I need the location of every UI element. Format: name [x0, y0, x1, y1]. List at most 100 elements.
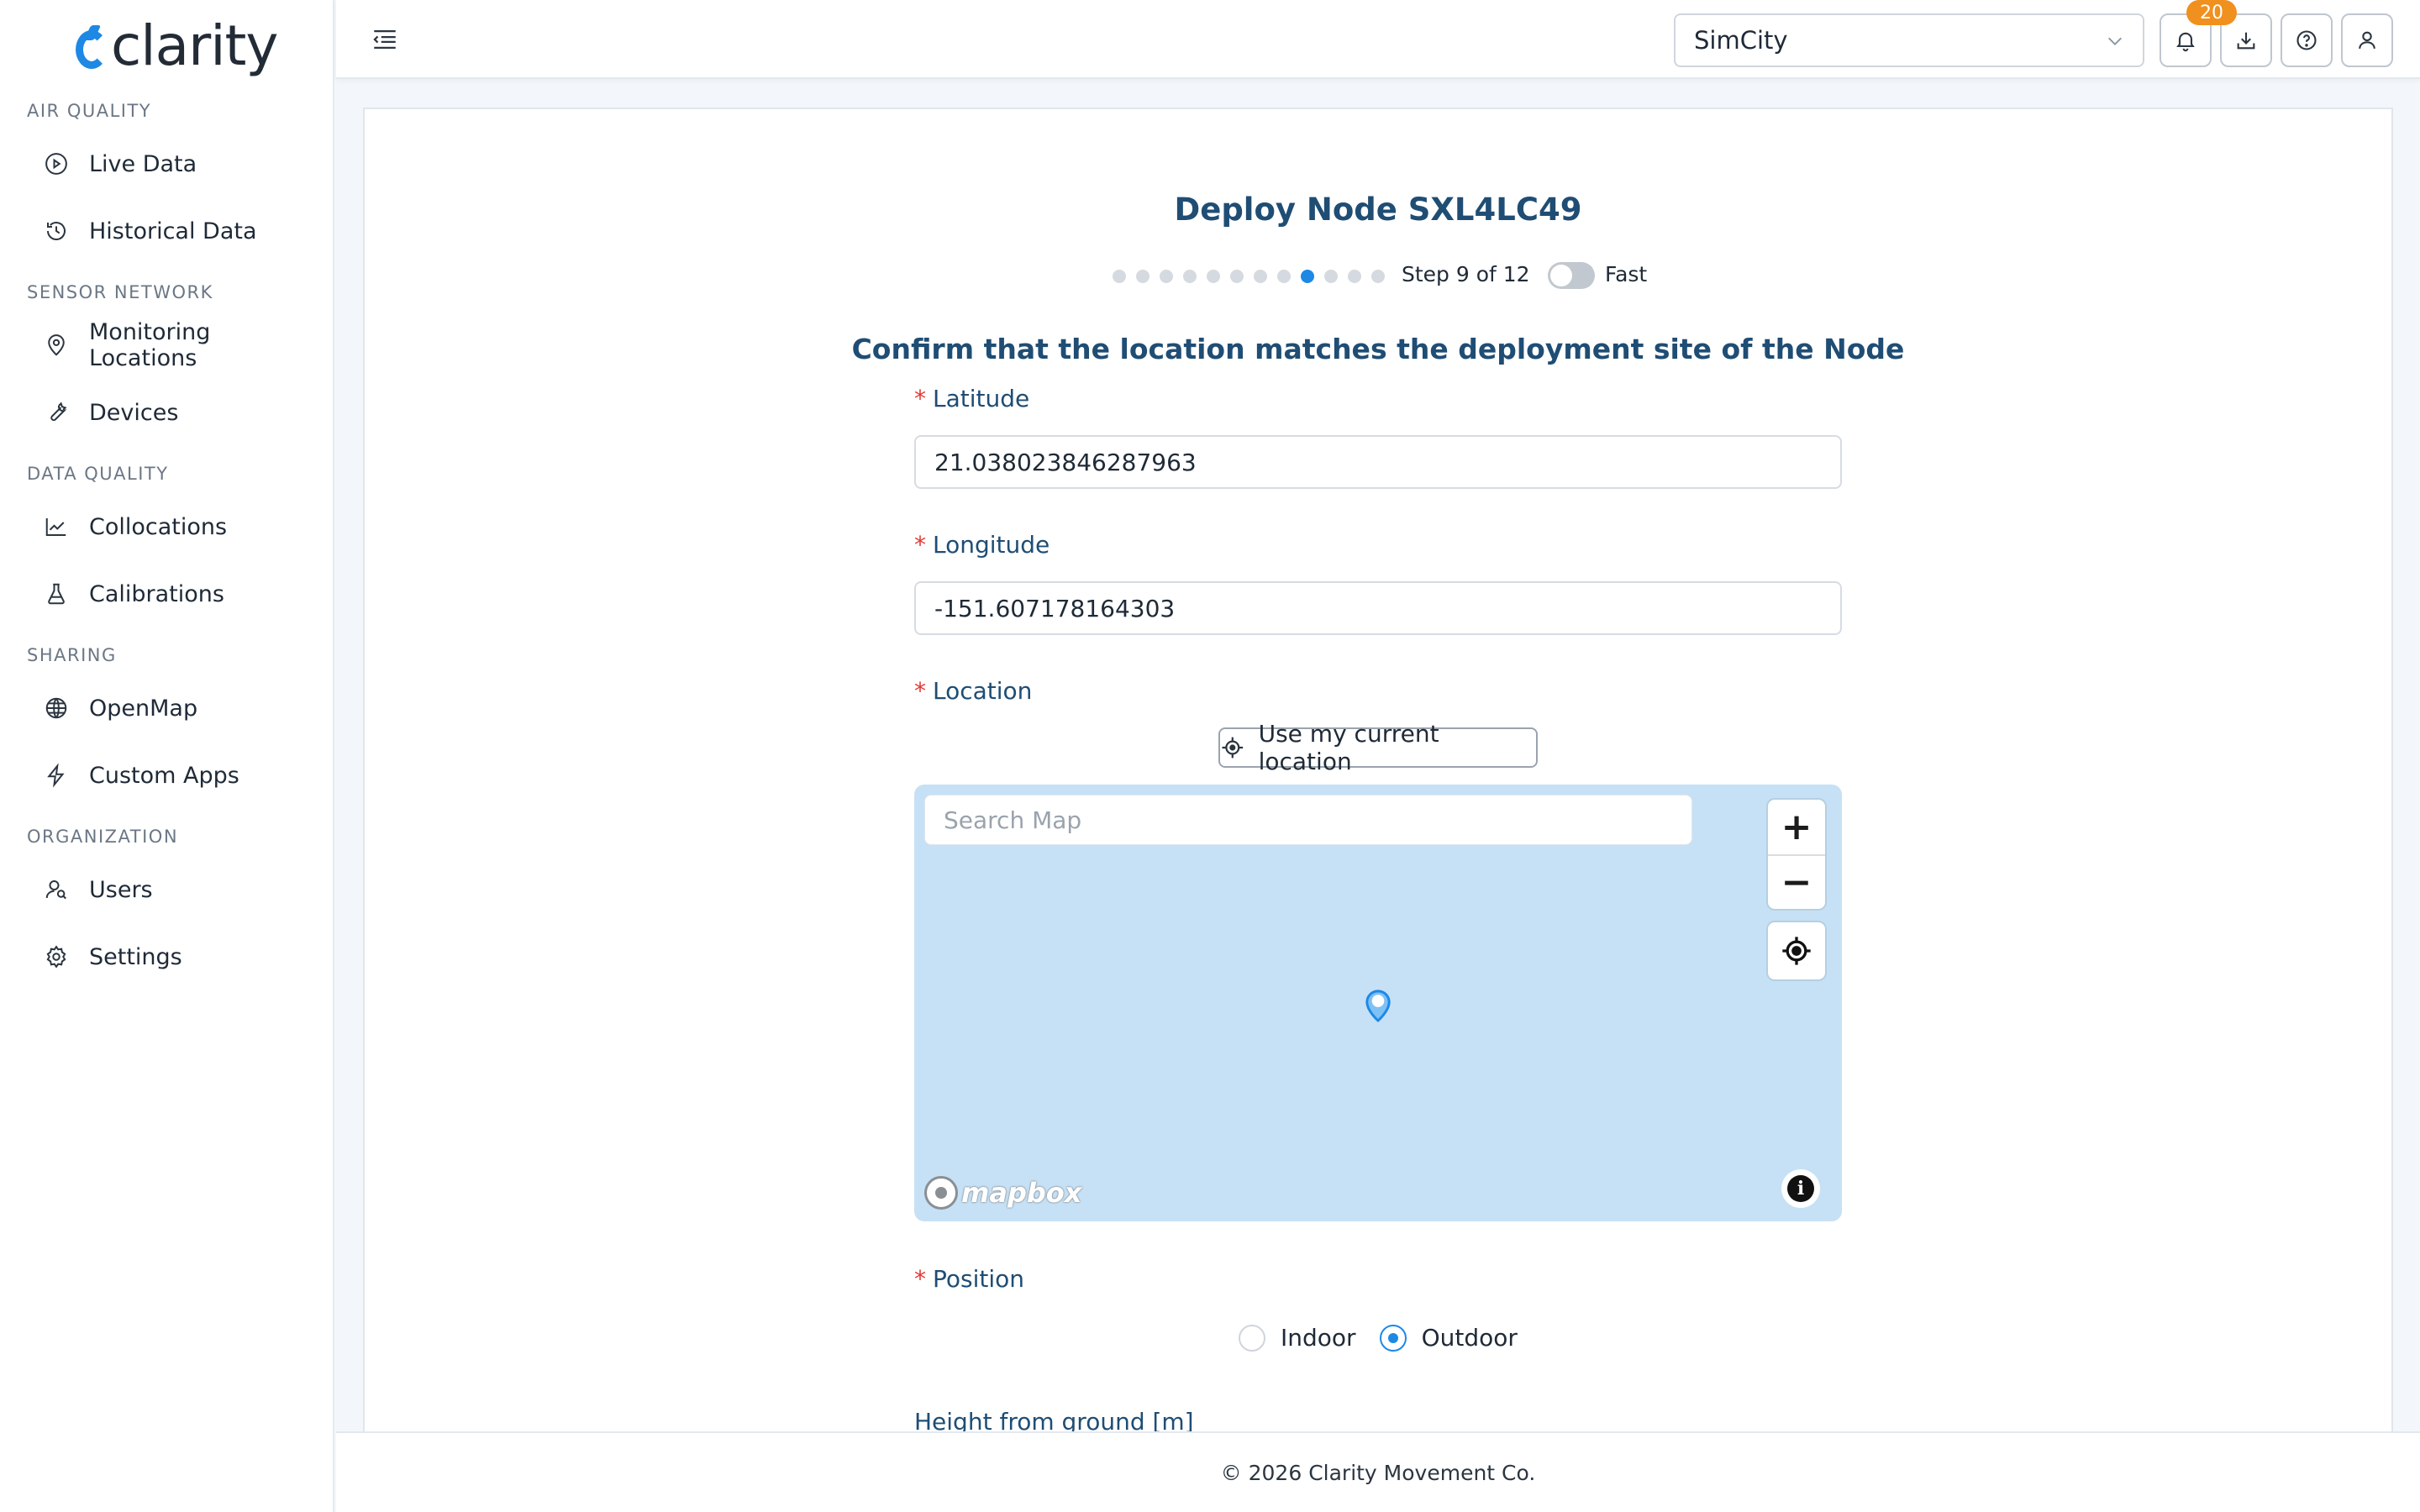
- users-icon: [45, 880, 66, 900]
- position-radio-group: Indoor Outdoor: [1239, 1324, 1541, 1352]
- sidebar-item-calibrations[interactable]: Calibrations: [44, 569, 321, 619]
- step-dot: [1160, 270, 1173, 283]
- map-marker-icon[interactable]: [1363, 986, 1393, 1023]
- sidebar-item-label: Devices: [89, 399, 179, 426]
- location-label: * Location: [914, 677, 1033, 705]
- step-dot: [1183, 270, 1197, 283]
- nav-section-data-quality: DATA QUALITY: [27, 464, 169, 484]
- user-icon: [2359, 31, 2375, 50]
- step-dot: [1113, 270, 1126, 283]
- step-dot: [1324, 270, 1338, 283]
- sidebar-item-label: OpenMap: [89, 695, 198, 722]
- chevron-down-icon: [2108, 37, 2122, 45]
- organization-select[interactable]: SimCity: [1674, 13, 2144, 67]
- step-dot: [1254, 270, 1267, 283]
- globe-icon: [45, 697, 67, 719]
- radio-indoor-label[interactable]: Indoor: [1281, 1324, 1356, 1352]
- help-button[interactable]: [2281, 13, 2333, 67]
- sidebar-item-label: Users: [89, 876, 153, 903]
- sidebar-item-historical-data[interactable]: Historical Data: [44, 206, 321, 256]
- sidebar-item-live-data[interactable]: Live Data: [44, 139, 321, 189]
- step-dot: [1301, 270, 1314, 283]
- step-dot: [1348, 270, 1361, 283]
- map-zoom-controls: + −: [1768, 800, 1825, 909]
- geolocate-icon: [1782, 937, 1811, 965]
- nav-section-sharing: SHARING: [27, 645, 117, 665]
- fast-mode-label: Fast: [1605, 262, 1648, 286]
- gear-icon: [46, 945, 66, 969]
- sidebar-item-label: Monitoring Locations: [89, 319, 211, 371]
- notification-count-badge: 20: [2186, 0, 2237, 25]
- organization-select-value: SimCity: [1694, 26, 1788, 55]
- step-heading: Confirm that the location matches the de…: [851, 333, 1905, 365]
- sidebar-item-openmap[interactable]: OpenMap: [44, 683, 321, 733]
- sidebar-item-label: Calibrations: [89, 580, 224, 607]
- step-dot: [1371, 270, 1385, 283]
- sidebar-item-label: Custom Apps: [89, 762, 239, 789]
- nav-section-air-quality: AIR QUALITY: [27, 101, 152, 121]
- fast-mode-toggle[interactable]: [1548, 262, 1595, 289]
- collapse-menu-icon[interactable]: [370, 25, 400, 54]
- sidebar-item-label: Historical Data: [89, 218, 257, 244]
- radio-outdoor-label[interactable]: Outdoor: [1422, 1324, 1518, 1352]
- step-indicator: [1113, 265, 1395, 287]
- copyright-text: © 2026 Clarity Movement Co.: [1220, 1460, 1536, 1485]
- zoom-in-button[interactable]: +: [1768, 800, 1825, 854]
- bell-icon: [2176, 32, 2195, 52]
- sidebar-item-devices[interactable]: Devices: [44, 387, 321, 438]
- sidebar-item-users[interactable]: Users: [44, 864, 321, 915]
- step-counter: Step 9 of 12: [1402, 262, 1530, 286]
- sidebar-item-monitoring-locations[interactable]: Monitoring Locations: [44, 319, 321, 371]
- mapbox-logo[interactable]: mapbox: [924, 1174, 1081, 1211]
- clarity-logo-icon: [76, 20, 108, 71]
- help-icon: [2296, 30, 2317, 50]
- height-label: Height from ground [m]: [914, 1408, 1194, 1431]
- map-info-button[interactable]: i: [1781, 1169, 1820, 1208]
- flask-icon: [48, 583, 65, 605]
- radio-outdoor[interactable]: [1379, 1324, 1407, 1352]
- wrench-icon: [50, 402, 67, 422]
- position-label: * Position: [914, 1265, 1025, 1293]
- account-button[interactable]: [2341, 13, 2393, 67]
- lightning-icon: [47, 763, 65, 788]
- sidebar-item-label: Live Data: [89, 150, 197, 177]
- latitude-input[interactable]: 21.038023846287963: [914, 435, 1842, 489]
- line-chart-icon: [45, 518, 66, 536]
- toggle-knob: [1550, 265, 1572, 286]
- clarity-logo[interactable]: clarity: [76, 12, 278, 79]
- crosshair-icon: [1222, 737, 1244, 759]
- info-icon: i: [1787, 1175, 1814, 1202]
- step-dot: [1136, 270, 1150, 283]
- footer: © 2026 Clarity Movement Co.: [336, 1431, 2420, 1512]
- sidebar-item-custom-apps[interactable]: Custom Apps: [44, 750, 321, 801]
- sidebar-item-label: Collocations: [89, 513, 228, 540]
- nav-section-sensor-network: SENSOR NETWORK: [27, 282, 213, 302]
- sidebar-item-settings[interactable]: Settings: [44, 932, 321, 982]
- mapbox-attribution: mapbox: [961, 1177, 1082, 1209]
- top-header: SimCity: [336, 0, 2420, 79]
- longitude-input[interactable]: -151.607178164303: [914, 581, 1842, 635]
- play-circle-icon: [45, 153, 67, 175]
- nav-section-organization: ORGANIZATION: [27, 827, 179, 847]
- zoom-out-button[interactable]: −: [1768, 854, 1825, 909]
- latitude-label: * Latitude: [914, 385, 1030, 412]
- mapbox-logo-icon: [924, 1176, 958, 1210]
- step-dot: [1207, 270, 1220, 283]
- radio-indoor[interactable]: [1239, 1324, 1265, 1352]
- map-search-input[interactable]: Search Map: [924, 795, 1692, 845]
- download-icon: [2237, 32, 2255, 50]
- sidebar-item-label: Settings: [89, 943, 182, 970]
- longitude-label: * Longitude: [914, 531, 1050, 559]
- step-dot: [1277, 270, 1291, 283]
- location-pin-icon: [48, 334, 65, 356]
- use-current-location-label: Use my current location: [1258, 720, 1439, 775]
- location-map[interactable]: Search Map + − mapbox i: [914, 785, 1842, 1221]
- page-title: Deploy Node SXL4LC49: [1174, 192, 1582, 228]
- geolocate-button[interactable]: [1768, 922, 1825, 979]
- sidebar: clarity AIR QUALITY Live Data Historical…: [0, 0, 334, 1512]
- history-icon: [47, 222, 66, 241]
- use-current-location-button[interactable]: Use my current location: [1218, 720, 1538, 775]
- sidebar-item-collocations[interactable]: Collocations: [44, 501, 321, 552]
- brand-name: clarity: [111, 13, 278, 78]
- step-dot: [1230, 270, 1244, 283]
